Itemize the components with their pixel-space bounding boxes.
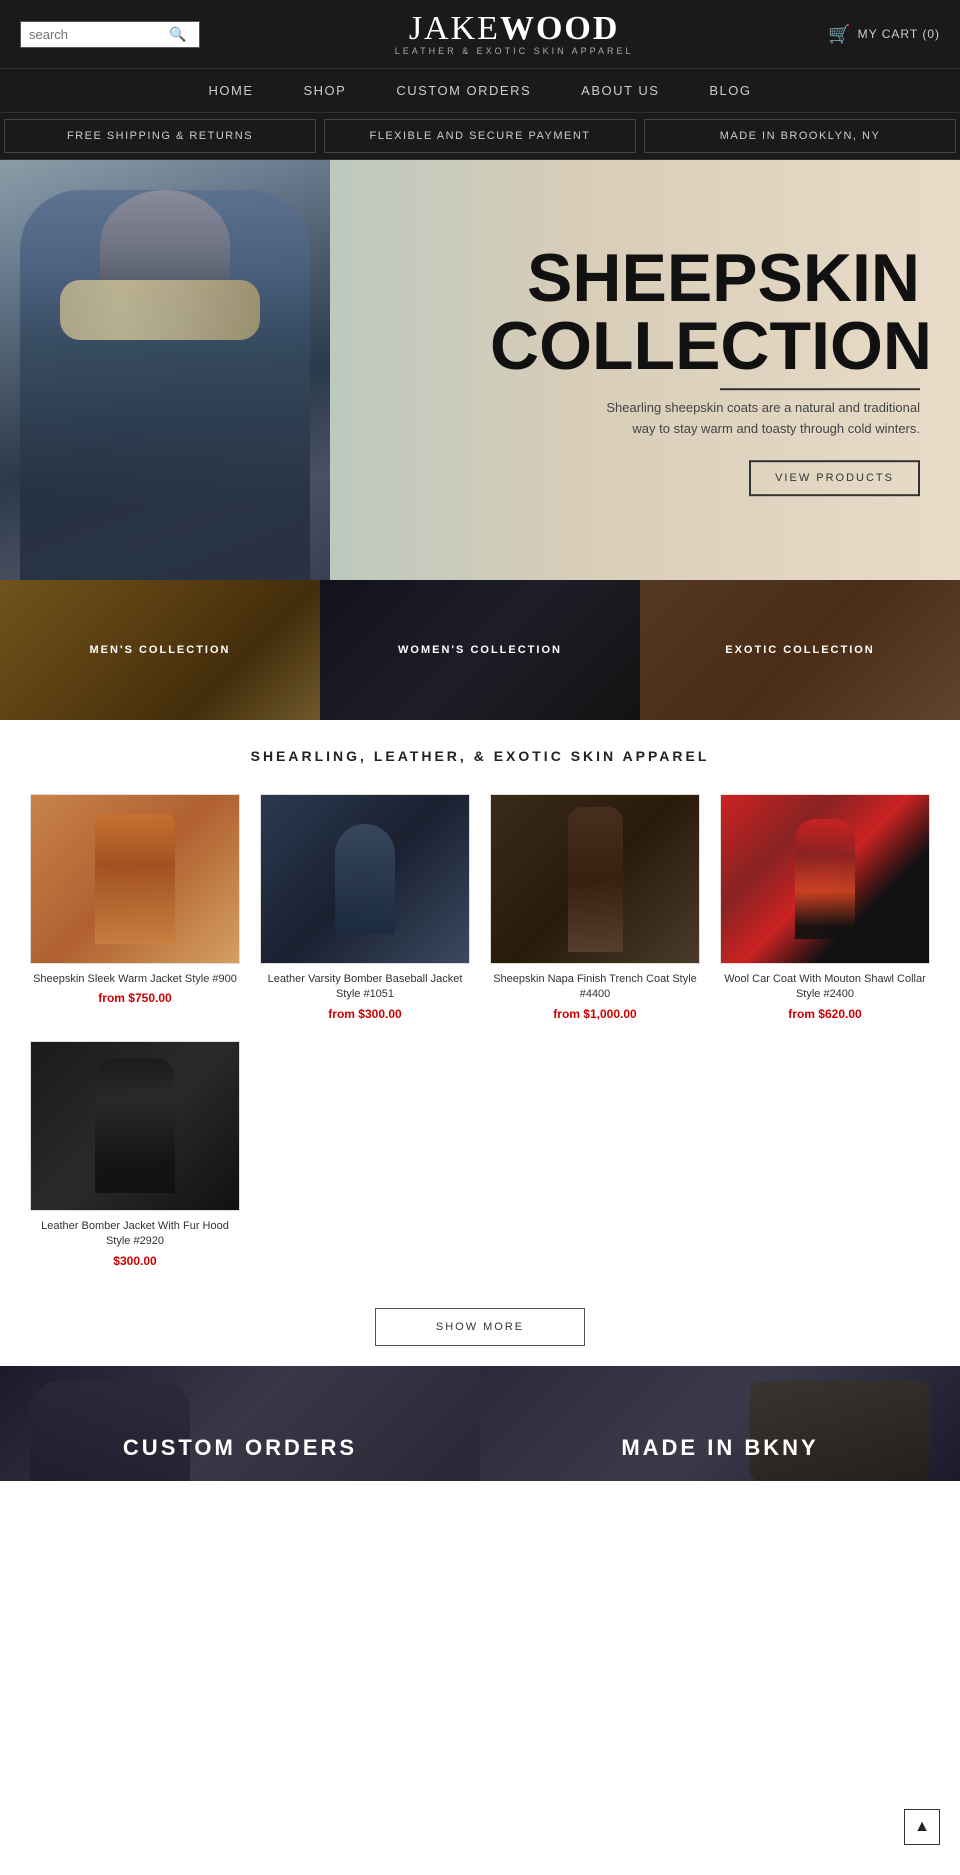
promo-bar: FREE SHIPPING & RETURNS FLEXIBLE AND SEC… xyxy=(0,112,960,160)
search-button[interactable]: 🔍 xyxy=(169,26,186,43)
nav-custom-orders[interactable]: CUSTOM ORDERS xyxy=(396,83,531,98)
nav-about-us[interactable]: ABOUT US xyxy=(581,83,659,98)
product-image-2 xyxy=(260,794,470,964)
collection-grid: MEN'S COLLECTION WOMEN'S COLLECTION EXOT… xyxy=(0,580,960,720)
logo-subtitle: LEATHER & EXOTIC SKIN APPAREL xyxy=(395,46,634,56)
collection-mens[interactable]: MEN'S COLLECTION xyxy=(0,580,320,720)
cart-label: MY CART (0) xyxy=(858,27,940,41)
site-header: 🔍 JAKEWOOD LEATHER & EXOTIC SKIN APPAREL… xyxy=(0,0,960,68)
product-name-1: Sheepskin Sleek Warm Jacket Style #900 xyxy=(30,972,240,987)
product-card-4[interactable]: Wool Car Coat With Mouton Shawl Collar S… xyxy=(710,784,940,1031)
product-name-3: Sheepskin Napa Finish Trench Coat Style … xyxy=(490,972,700,1003)
banner-bkny-label: MADE IN BKNY xyxy=(621,1435,818,1461)
scroll-top-icon: ▲ xyxy=(914,1818,930,1836)
cart-icon: 🛒 xyxy=(828,24,851,45)
product-card-3[interactable]: Sheepskin Napa Finish Trench Coat Style … xyxy=(480,784,710,1031)
products-grid: Sheepskin Sleek Warm Jacket Style #900 f… xyxy=(0,784,960,1031)
bottom-banners: CUSTOM ORDERS MADE IN BKNY xyxy=(0,1366,960,1481)
product-image-3 xyxy=(490,794,700,964)
product-name-5: Leather Bomber Jacket With Fur Hood Styl… xyxy=(30,1219,240,1250)
banner-custom-orders[interactable]: CUSTOM ORDERS xyxy=(0,1366,480,1481)
promo-shipping: FREE SHIPPING & RETURNS xyxy=(4,119,316,153)
collection-mens-label: MEN'S COLLECTION xyxy=(90,644,231,656)
collection-womens-label: WOMEN'S COLLECTION xyxy=(398,644,562,656)
hero-divider xyxy=(720,388,920,390)
logo[interactable]: JAKEWOOD LEATHER & EXOTIC SKIN APPAREL xyxy=(395,12,634,56)
product-card-1[interactable]: Sheepskin Sleek Warm Jacket Style #900 f… xyxy=(20,784,250,1031)
show-more-section: SHOW MORE xyxy=(0,1278,960,1366)
product-name-2: Leather Varsity Bomber Baseball Jacket S… xyxy=(260,972,470,1003)
products-section-title: SHEARLING, LEATHER, & EXOTIC SKIN APPARE… xyxy=(0,720,960,784)
nav-blog[interactable]: BLOG xyxy=(709,83,751,98)
hero-title-line2: COLLECTION xyxy=(490,312,920,380)
banner-custom-label: CUSTOM ORDERS xyxy=(123,1435,357,1461)
logo-jake: JAKE xyxy=(409,10,500,47)
banner-bkny[interactable]: MADE IN BKNY xyxy=(480,1366,960,1481)
show-more-button[interactable]: SHOW MORE xyxy=(375,1308,585,1346)
collection-exotic[interactable]: EXOTIC COLLECTION xyxy=(640,580,960,720)
hero-cta-button[interactable]: VIEW PRODUCTS xyxy=(749,460,920,496)
product-card-empty-2 xyxy=(480,1031,710,1278)
search-input[interactable] xyxy=(29,27,169,42)
collection-exotic-label: EXOTIC COLLECTION xyxy=(725,644,875,656)
promo-location: MADE IN BROOKLYN, NY xyxy=(644,119,956,153)
product-card-5[interactable]: Leather Bomber Jacket With Fur Hood Styl… xyxy=(20,1031,250,1278)
hero-description: Shearling sheepskin coats are a natural … xyxy=(600,398,920,440)
product-card-empty-3 xyxy=(710,1031,940,1278)
promo-payment: FLEXIBLE AND SECURE PAYMENT xyxy=(324,119,636,153)
product-price-4: from $620.00 xyxy=(720,1007,930,1021)
product-price-1: from $750.00 xyxy=(30,991,240,1005)
hero-section: SHEEPSKIN COLLECTION Shearling sheepskin… xyxy=(0,160,960,580)
product-card-empty-1 xyxy=(250,1031,480,1278)
hero-title-line1: SHEEPSKIN xyxy=(490,244,920,312)
product-image-1 xyxy=(30,794,240,964)
product-price-2: from $300.00 xyxy=(260,1007,470,1021)
hero-content: SHEEPSKIN COLLECTION Shearling sheepskin… xyxy=(490,244,920,496)
main-navigation: HOME SHOP CUSTOM ORDERS ABOUT US BLOG xyxy=(0,68,960,112)
product-name-4: Wool Car Coat With Mouton Shawl Collar S… xyxy=(720,972,930,1003)
product-card-2[interactable]: Leather Varsity Bomber Baseball Jacket S… xyxy=(250,784,480,1031)
hero-image xyxy=(0,160,330,580)
collection-womens[interactable]: WOMEN'S COLLECTION xyxy=(320,580,640,720)
cart-button[interactable]: 🛒 MY CART (0) xyxy=(828,24,940,45)
product-price-5: $300.00 xyxy=(30,1254,240,1268)
nav-shop[interactable]: SHOP xyxy=(303,83,346,98)
nav-home[interactable]: HOME xyxy=(208,83,253,98)
products-grid-2: Leather Bomber Jacket With Fur Hood Styl… xyxy=(0,1031,960,1278)
scroll-to-top-button[interactable]: ▲ xyxy=(904,1809,940,1845)
search-form[interactable]: 🔍 xyxy=(20,21,200,48)
product-image-5 xyxy=(30,1041,240,1211)
products-section: SHEARLING, LEATHER, & EXOTIC SKIN APPARE… xyxy=(0,720,960,1278)
product-price-3: from $1,000.00 xyxy=(490,1007,700,1021)
product-image-4 xyxy=(720,794,930,964)
logo-wood: WOOD xyxy=(500,10,619,47)
